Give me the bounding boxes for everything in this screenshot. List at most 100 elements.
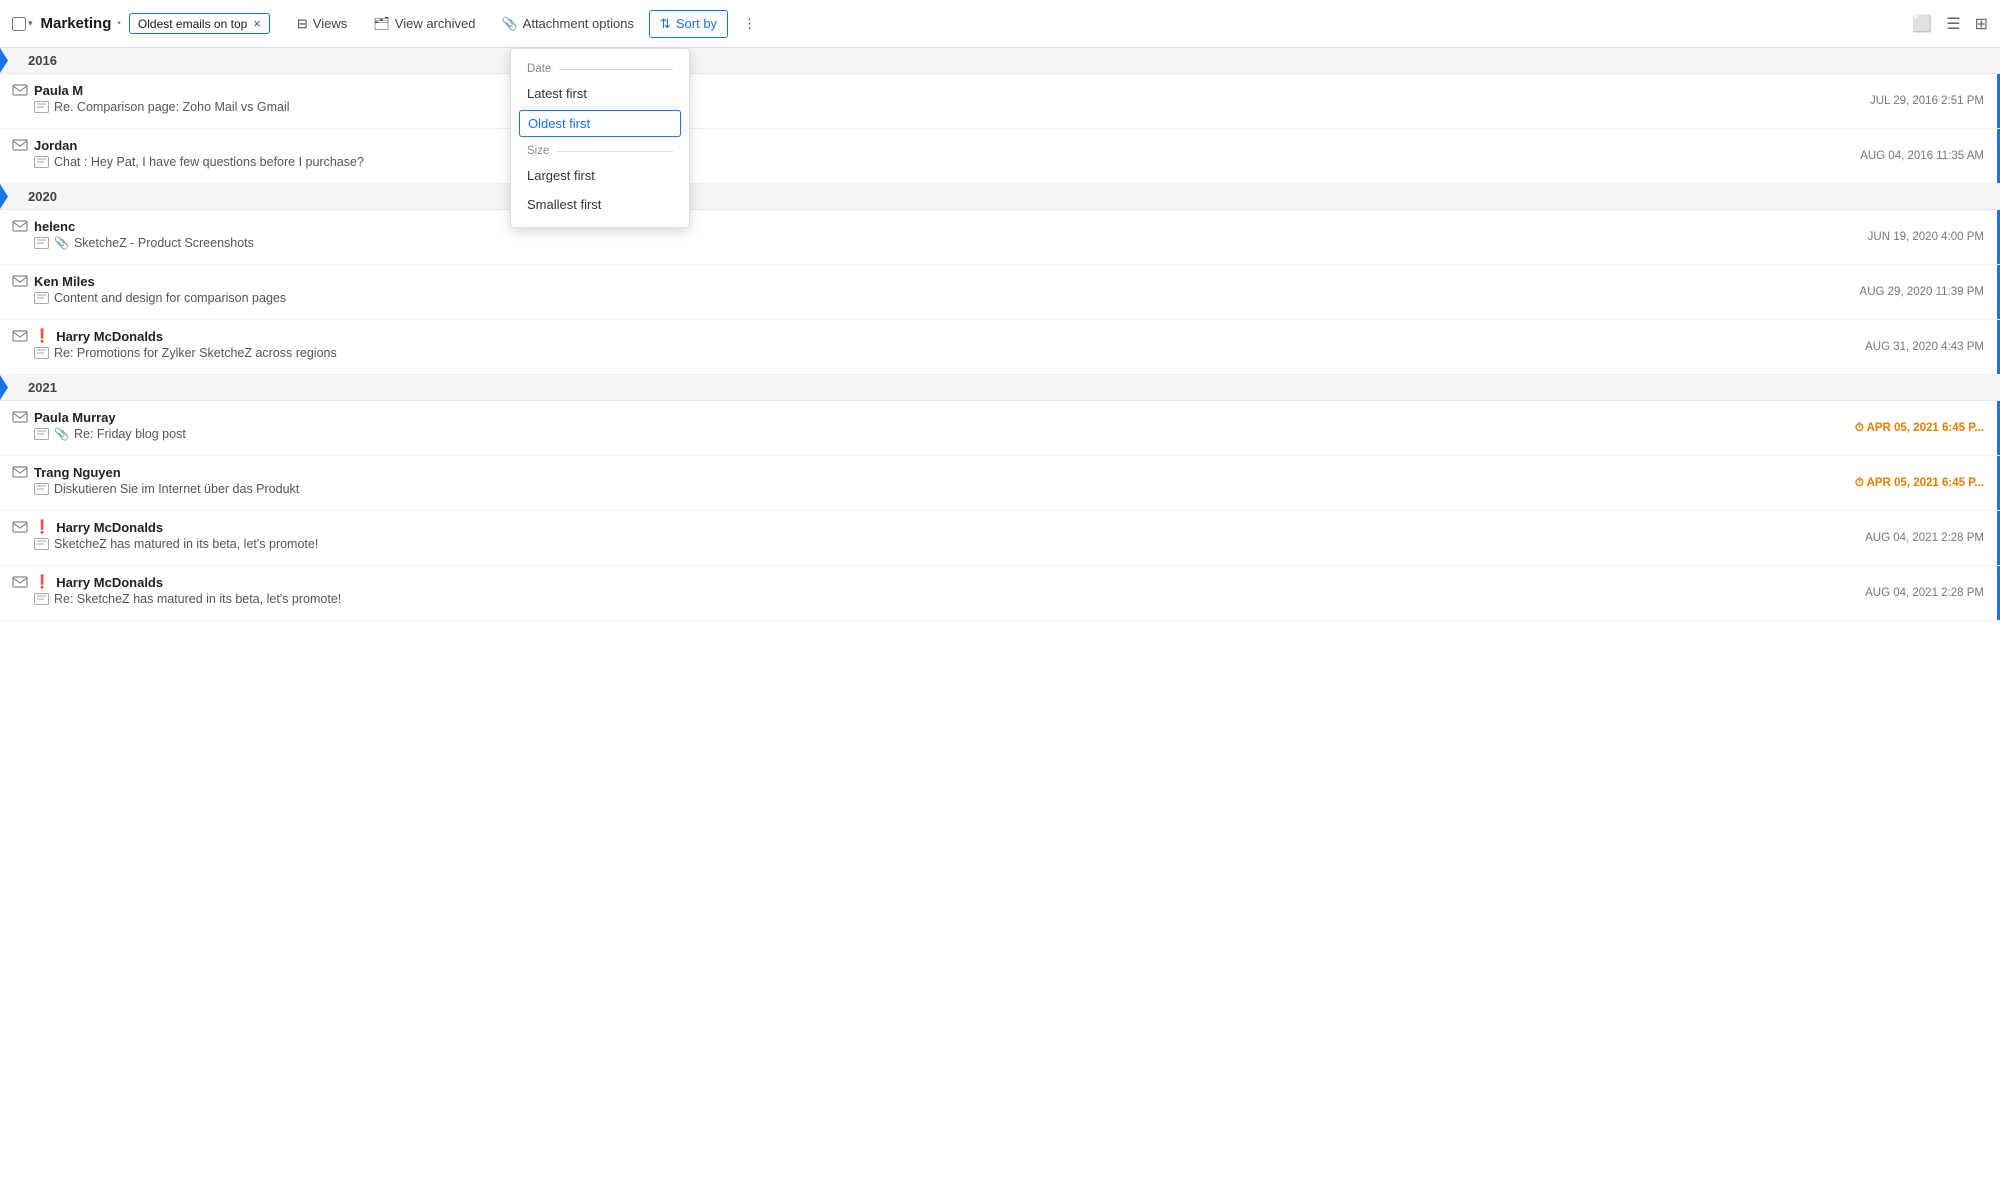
email-list: 2016 Paula M Re. Comparison page: Zoho M… bbox=[0, 48, 2000, 621]
sort-by-button[interactable]: ⇅ Sort by bbox=[649, 10, 728, 38]
year-arrow bbox=[0, 48, 8, 73]
list-view-icon[interactable]: ☰ bbox=[1946, 14, 1960, 34]
subject-row: Re. Comparison page: Zoho Mail vs Gmail bbox=[34, 100, 1818, 114]
sender-row: ❗Harry McDonalds bbox=[12, 328, 1818, 344]
exclamation-icon: ❗ bbox=[34, 574, 50, 590]
thread-icon bbox=[34, 347, 49, 359]
thread-icon bbox=[34, 292, 49, 304]
attachment-options-button[interactable]: 📎 Attachment options bbox=[490, 10, 644, 38]
email-envelope-icon bbox=[12, 464, 28, 480]
year-group-header: 2016 bbox=[0, 48, 2000, 74]
sort-latest-first[interactable]: Latest first bbox=[511, 79, 689, 108]
more-options-button[interactable]: ⋮ bbox=[732, 10, 767, 38]
email-row[interactable]: Paula M Re. Comparison page: Zoho Mail v… bbox=[0, 74, 2000, 129]
email-row[interactable]: Ken Miles Content and design for compari… bbox=[0, 265, 2000, 320]
top-bar-right: ⬜ ☰ ⊞ bbox=[1912, 14, 1988, 34]
email-date: AUG 04, 2016 11:35 AM bbox=[1830, 129, 2000, 183]
dot-separator: • bbox=[117, 18, 121, 29]
subject-row: SketcheZ has matured in its beta, let's … bbox=[34, 537, 1818, 551]
email-envelope-icon bbox=[12, 273, 28, 289]
filter-tag: Oldest emails on top × bbox=[129, 13, 270, 34]
subject-text: SketcheZ has matured in its beta, let's … bbox=[54, 537, 318, 551]
checkbox-dropdown-icon[interactable]: ▾ bbox=[28, 18, 33, 29]
sender-name: Paula M bbox=[34, 83, 83, 98]
email-date: AUG 04, 2021 2:28 PM bbox=[1830, 566, 2000, 620]
thread-icon bbox=[34, 593, 49, 605]
select-all-checkbox[interactable] bbox=[12, 17, 26, 31]
email-date: AUG 31, 2020 4:43 PM bbox=[1830, 320, 2000, 374]
email-date: ⏱ APR 05, 2021 6:45 P... bbox=[1830, 401, 2000, 455]
sender-name: helenc bbox=[34, 219, 75, 234]
view-archived-button[interactable]: 🗂 View archived bbox=[362, 10, 486, 38]
email-envelope-icon bbox=[12, 574, 28, 590]
attachment-options-label: Attachment options bbox=[523, 16, 634, 31]
sender-row: Ken Miles bbox=[12, 273, 1818, 289]
grid-view-icon[interactable]: ⊞ bbox=[1975, 14, 1988, 34]
sort-by-label: Sort by bbox=[676, 16, 717, 31]
attachment-icon: 📎 bbox=[501, 16, 517, 32]
sort-oldest-first[interactable]: Oldest first bbox=[519, 110, 681, 137]
subject-text: SketcheZ - Product Screenshots bbox=[74, 236, 254, 250]
email-content: Trang Nguyen Diskutieren Sie im Internet… bbox=[0, 456, 1830, 510]
email-row[interactable]: Jordan Chat : Hey Pat, I have few questi… bbox=[0, 129, 2000, 184]
exclamation-icon: ❗ bbox=[34, 328, 50, 344]
subject-text: Re. Comparison page: Zoho Mail vs Gmail bbox=[54, 100, 290, 114]
filter-tag-close[interactable]: × bbox=[253, 16, 261, 31]
sender-row: ❗Harry McDonalds bbox=[12, 519, 1818, 535]
more-icon: ⋮ bbox=[743, 16, 756, 32]
views-icon: ⊟ bbox=[297, 16, 308, 32]
subject-text: Chat : Hey Pat, I have few questions bef… bbox=[54, 155, 364, 169]
sender-row: Trang Nguyen bbox=[12, 464, 1818, 480]
subject-text: Re: Promotions for Zylker SketcheZ acros… bbox=[54, 346, 337, 360]
sender-name: Harry McDonalds bbox=[56, 520, 163, 535]
year-group-header: 2021 bbox=[0, 375, 2000, 401]
subject-row: Re: Promotions for Zylker SketcheZ acros… bbox=[34, 346, 1818, 360]
views-button[interactable]: ⊟ Views bbox=[286, 10, 358, 38]
attachment-paperclip-icon: 📎 bbox=[54, 427, 69, 441]
reading-pane-icon[interactable]: ⬜ bbox=[1912, 14, 1932, 34]
year-group-header: 2020 bbox=[0, 184, 2000, 210]
thread-icon bbox=[34, 237, 49, 249]
subject-text: Diskutieren Sie im Internet über das Pro… bbox=[54, 482, 299, 496]
email-content: ❗Harry McDonalds Re: SketcheZ has mature… bbox=[0, 566, 1830, 620]
year-group: 2016 Paula M Re. Comparison page: Zoho M… bbox=[0, 48, 2000, 184]
sort-smallest-first[interactable]: Smallest first bbox=[511, 190, 689, 219]
year-label: 2021 bbox=[28, 380, 57, 395]
email-row[interactable]: ❗Harry McDonalds Re: SketcheZ has mature… bbox=[0, 566, 2000, 621]
sender-name: Ken Miles bbox=[34, 274, 95, 289]
subject-row: Chat : Hey Pat, I have few questions bef… bbox=[34, 155, 1818, 169]
sender-row: Paula M bbox=[12, 82, 1818, 98]
email-content: ❗Harry McDonalds SketcheZ has matured in… bbox=[0, 511, 1830, 565]
email-content: Paula M Re. Comparison page: Zoho Mail v… bbox=[0, 74, 1830, 128]
checkbox-area[interactable]: ▾ bbox=[12, 17, 33, 31]
subject-row: 📎Re: Friday blog post bbox=[34, 427, 1818, 441]
email-envelope-icon bbox=[12, 409, 28, 425]
email-content: ❗Harry McDonalds Re: Promotions for Zylk… bbox=[0, 320, 1830, 374]
email-row[interactable]: Trang Nguyen Diskutieren Sie im Internet… bbox=[0, 456, 2000, 511]
sort-size-section: Size bbox=[511, 139, 689, 161]
email-row[interactable]: helenc 📎SketcheZ - Product ScreenshotsJU… bbox=[0, 210, 2000, 265]
sender-name: Trang Nguyen bbox=[34, 465, 121, 480]
email-envelope-icon bbox=[12, 328, 28, 344]
email-envelope-icon bbox=[12, 82, 28, 98]
subject-row: 📎SketcheZ - Product Screenshots bbox=[34, 236, 1818, 250]
email-row[interactable]: Paula Murray 📎Re: Friday blog post⏱ APR … bbox=[0, 401, 2000, 456]
email-content: helenc 📎SketcheZ - Product Screenshots bbox=[0, 210, 1830, 264]
email-row[interactable]: ❗Harry McDonalds Re: Promotions for Zylk… bbox=[0, 320, 2000, 375]
year-arrow bbox=[0, 375, 8, 400]
sender-row: Jordan bbox=[12, 137, 1818, 153]
email-envelope-icon bbox=[12, 137, 28, 153]
sender-row: helenc bbox=[12, 218, 1818, 234]
email-row[interactable]: ❗Harry McDonalds SketcheZ has matured in… bbox=[0, 511, 2000, 566]
subject-text: Re: SketcheZ has matured in its beta, le… bbox=[54, 592, 341, 606]
thread-icon bbox=[34, 538, 49, 550]
email-list-container: 2016 Paula M Re. Comparison page: Zoho M… bbox=[0, 48, 2000, 621]
sort-largest-first[interactable]: Largest first bbox=[511, 161, 689, 190]
email-date: AUG 04, 2021 2:28 PM bbox=[1830, 511, 2000, 565]
year-label: 2016 bbox=[28, 53, 57, 68]
email-date: JUL 29, 2016 2:51 PM bbox=[1830, 74, 2000, 128]
year-group: 2020 helenc 📎SketcheZ - Product Screensh… bbox=[0, 184, 2000, 375]
archive-icon: 🗂 bbox=[373, 16, 390, 32]
subject-row: Re: SketcheZ has matured in its beta, le… bbox=[34, 592, 1818, 606]
toolbar-actions: ⊟ Views 🗂 View archived 📎 Attachment opt… bbox=[286, 10, 767, 38]
